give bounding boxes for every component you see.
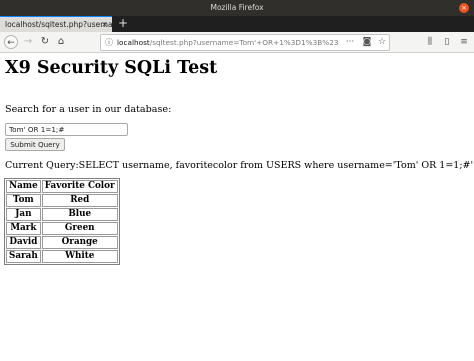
window-titlebar: Mozilla Firefox × — [0, 0, 474, 16]
back-icon[interactable]: ← — [4, 35, 18, 49]
navigation-bar: ← → ↻ ⌂ ⓘ localhost/sqltest.php?username… — [0, 32, 474, 53]
cell-favorite-color: White — [41, 250, 118, 263]
table-row: Jan Blue — [6, 208, 118, 221]
cell-name: Sarah — [6, 250, 41, 263]
table-header-row: Name Favorite Color — [6, 180, 118, 193]
search-prompt: Search for a user in our database: — [5, 104, 172, 115]
table-row: Tom Red — [6, 194, 118, 207]
window-close-icon[interactable]: × — [459, 3, 469, 13]
cell-name: Mark — [6, 222, 41, 235]
page-content: X9 Security SQLi Test Search for a user … — [0, 54, 474, 361]
cell-name: Tom — [6, 194, 41, 207]
home-icon[interactable]: ⌂ — [54, 35, 68, 49]
column-header-name: Name — [6, 180, 41, 193]
column-header-favorite-color: Favorite Color — [41, 180, 118, 193]
table-row: Sarah White — [6, 250, 118, 263]
tab-close-icon[interactable]: × — [101, 17, 108, 32]
search-input[interactable] — [5, 123, 128, 136]
library-icon[interactable]: ⫼ — [424, 35, 436, 49]
current-query-text: Current Query:SELECT username, favoritec… — [5, 160, 474, 171]
cell-name: David — [6, 236, 41, 249]
url-path: /sqltest.php?username=Tom'+OR+1%3D1%3B%2… — [149, 38, 339, 47]
bookmark-star-icon[interactable]: ☆ — [376, 35, 388, 49]
sidebar-icon[interactable]: ▯ — [441, 35, 453, 49]
reload-icon[interactable]: ↻ — [38, 35, 52, 49]
forward-icon[interactable]: → — [21, 35, 35, 49]
cell-favorite-color: Green — [41, 222, 118, 235]
table-row: Mark Green — [6, 222, 118, 235]
url-host: localhost — [117, 38, 150, 47]
page-actions-icon[interactable]: ··· — [344, 35, 356, 49]
menu-icon[interactable]: ≡ — [458, 35, 470, 49]
submit-query-button[interactable]: Submit Query — [5, 138, 65, 151]
cell-name: Jan — [6, 208, 41, 221]
url-text[interactable]: localhost/sqltest.php?username=Tom'+OR+1… — [117, 35, 339, 50]
window-title: Mozilla Firefox — [210, 3, 264, 12]
page-title: X9 Security SQLi Test — [5, 58, 218, 78]
tab-sqltest[interactable]: localhost/sqltest.php?userna × — [0, 16, 112, 32]
new-tab-button[interactable]: + — [116, 16, 130, 32]
table-row: David Orange — [6, 236, 118, 249]
cell-favorite-color: Blue — [41, 208, 118, 221]
cell-favorite-color: Orange — [41, 236, 118, 249]
pocket-icon[interactable]: ◙ — [361, 35, 373, 49]
tab-strip: localhost/sqltest.php?userna × + — [0, 16, 474, 32]
site-info-icon[interactable]: ⓘ — [105, 35, 113, 50]
results-table: Name Favorite Color Tom Red Jan Blue Mar… — [4, 178, 120, 265]
tab-label: localhost/sqltest.php?userna — [5, 20, 112, 29]
cell-favorite-color: Red — [41, 194, 118, 207]
